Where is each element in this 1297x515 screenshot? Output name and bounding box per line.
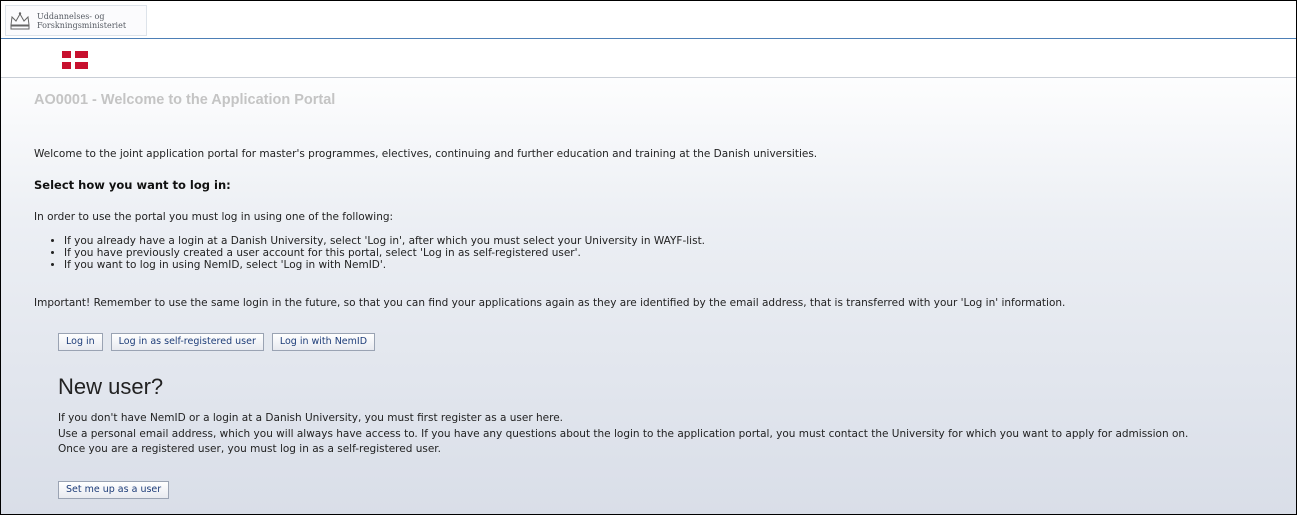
ministry-logo[interactable]: Uddannelses- og Forskningsministeriet xyxy=(5,5,147,36)
list-item: If you already have a login at a Danish … xyxy=(64,235,705,247)
login-options-list: If you already have a login at a Danish … xyxy=(34,235,705,271)
new-user-line-1: If you don't have NemID or a login at a … xyxy=(58,412,564,424)
ministry-line-2: Forskningsministeriet xyxy=(37,20,127,30)
ministry-line-1: Uddannelses- og xyxy=(37,11,105,21)
danish-flag-icon[interactable] xyxy=(62,51,88,69)
new-user-line-3: Once you are a registered user, you must… xyxy=(58,443,441,455)
nemid-login-button[interactable]: Log in with NemID xyxy=(271,333,376,351)
login-buttons: Log in Log in as self-registered user Lo… xyxy=(58,333,376,351)
login-heading: Select how you want to log in: xyxy=(34,178,231,192)
page-frame: Uddannelses- og Forskningsministeriet AO… xyxy=(0,0,1297,515)
page-title: AO0001 - Welcome to the Application Port… xyxy=(34,92,336,108)
top-bar: Uddannelses- og Forskningsministeriet xyxy=(1,1,1296,39)
important-text: Important! Remember to use the same logi… xyxy=(34,297,1066,309)
ministry-name: Uddannelses- og Forskningsministeriet xyxy=(37,12,126,30)
order-text: In order to use the portal you must log … xyxy=(34,211,394,223)
login-button[interactable]: Log in xyxy=(58,333,103,351)
self-registered-login-button[interactable]: Log in as self-registered user xyxy=(110,333,264,351)
list-item: If you want to log in using NemID, selec… xyxy=(64,259,705,271)
new-user-heading: New user? xyxy=(58,374,164,399)
language-bar xyxy=(1,39,1296,78)
new-user-line-2: Use a personal email address, which you … xyxy=(58,427,1189,440)
intro-text: Welcome to the joint application portal … xyxy=(34,148,818,160)
set-me-up-button[interactable]: Set me up as a user xyxy=(58,481,170,499)
list-item: If you have previously created a user ac… xyxy=(64,247,705,259)
crown-icon xyxy=(10,11,30,29)
new-user-text: If you don't have NemID or a login at a … xyxy=(58,411,1188,458)
